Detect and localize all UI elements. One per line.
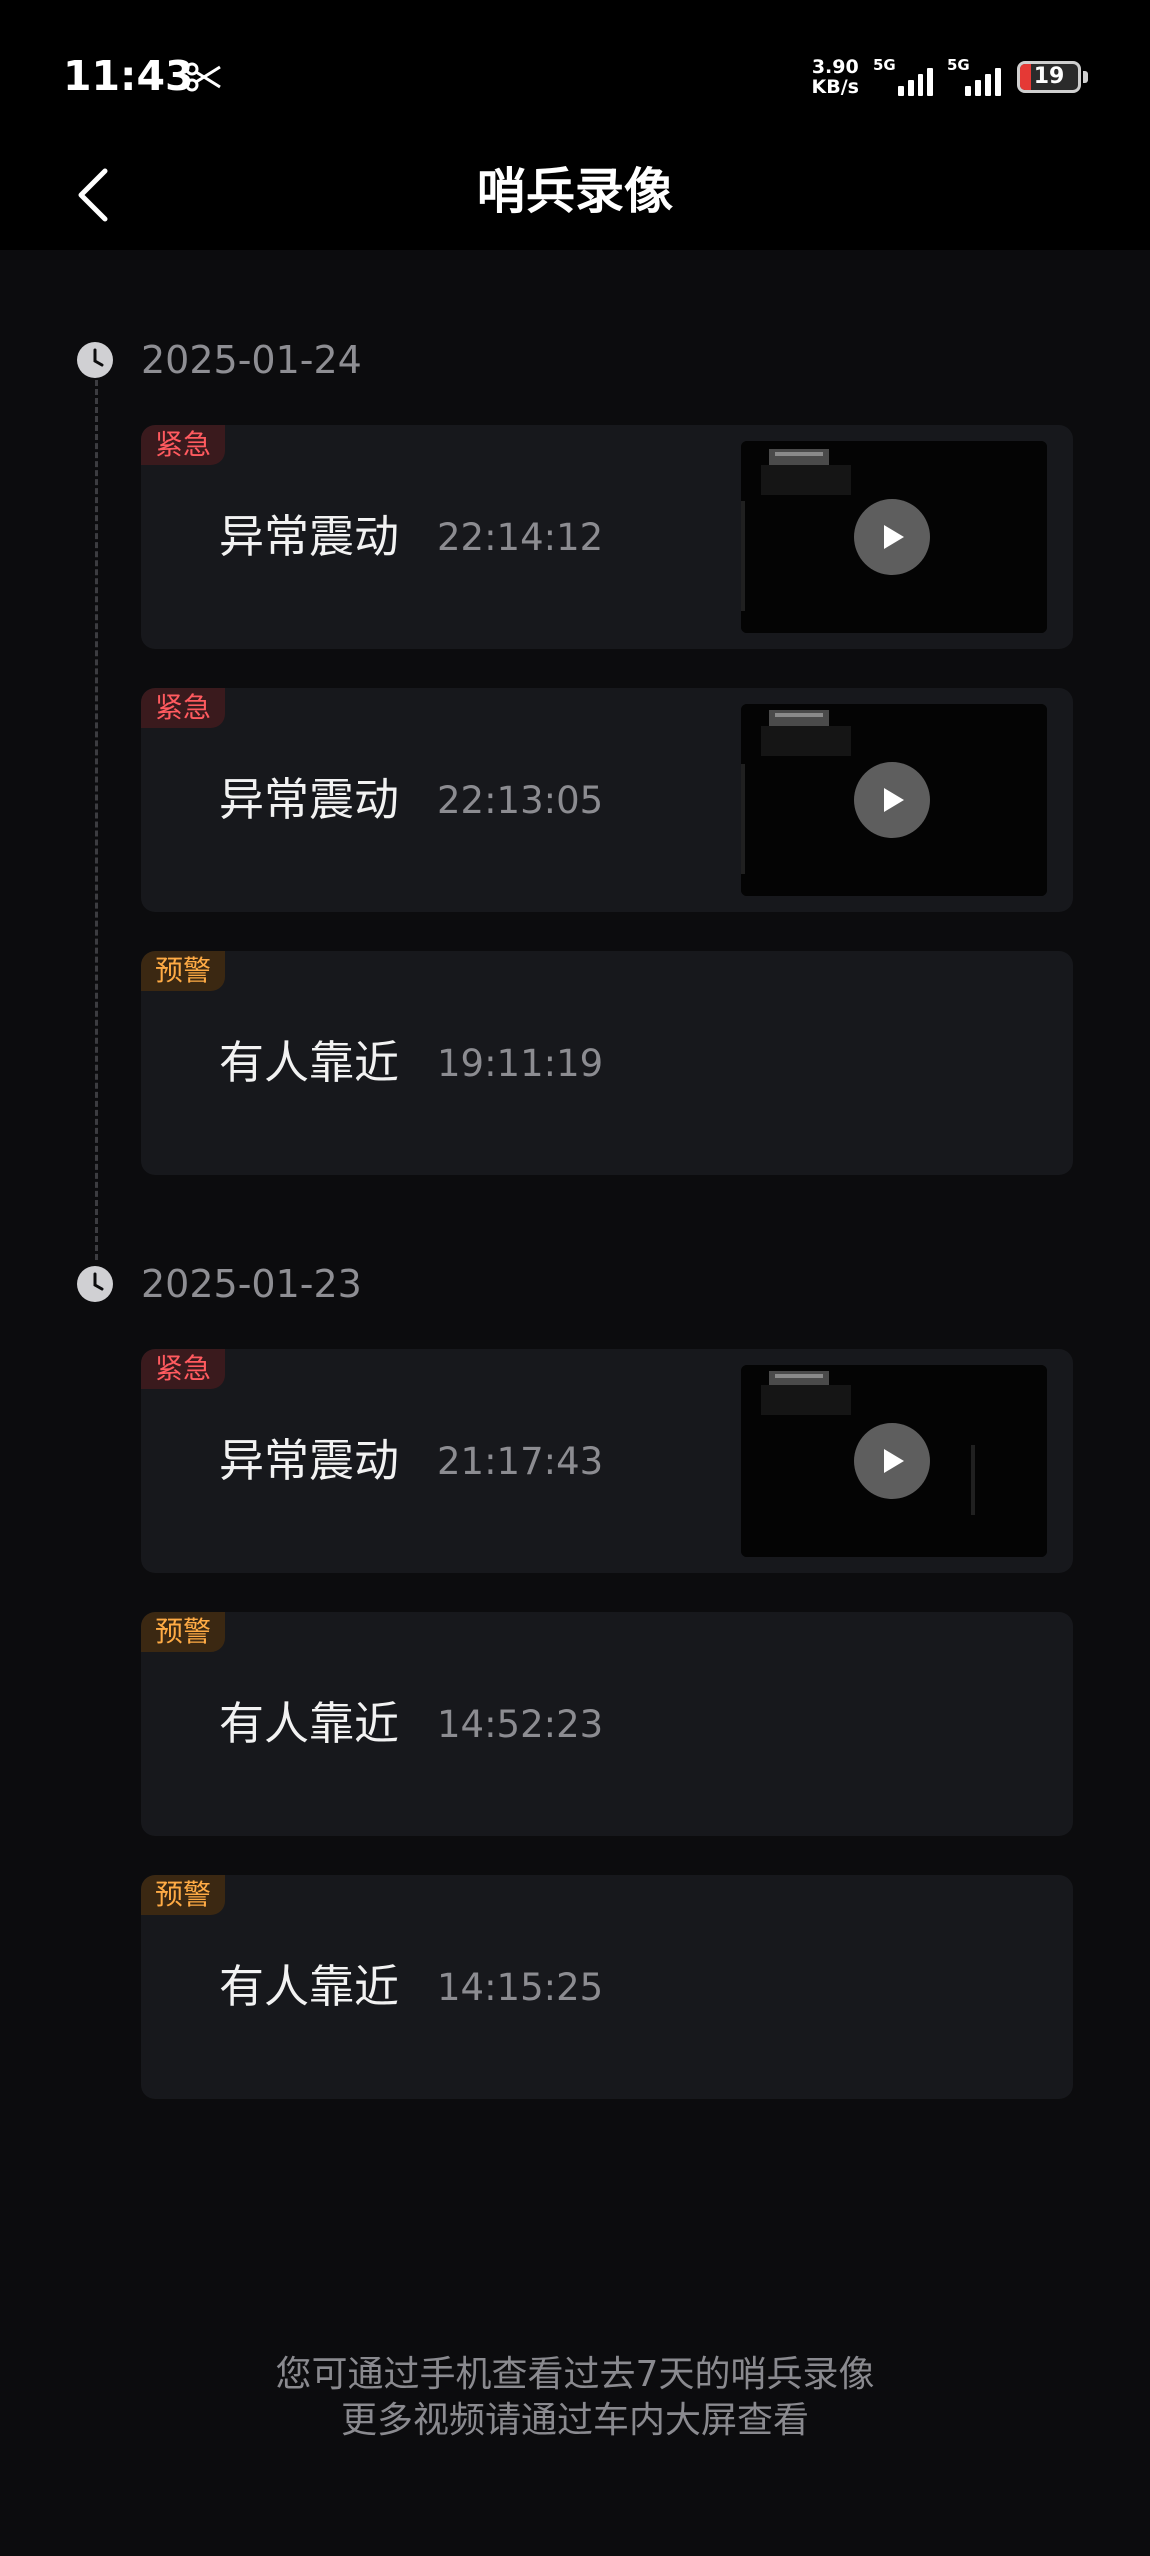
event-card[interactable]: 紧急 异常震动 22:14:12: [141, 425, 1073, 649]
urgent-badge: 紧急: [141, 1349, 226, 1389]
event-time: 19:11:19: [437, 1042, 604, 1085]
event-name: 有人靠近: [219, 1036, 400, 1089]
date-label: 2025-01-23: [141, 1262, 362, 1306]
status-bar: 11:43 3.90 KB/s 5G 5G 19: [0, 0, 1150, 150]
event-card[interactable]: 预警 有人靠近 14:15:25: [141, 1875, 1073, 2099]
event-name: 有人靠近: [219, 1697, 400, 1750]
event-card[interactable]: 紧急 异常震动 21:17:43: [141, 1349, 1073, 1573]
play-button[interactable]: [854, 499, 930, 575]
date-label: 2025-01-24: [141, 338, 362, 382]
urgent-badge: 紧急: [141, 425, 226, 465]
event-time: 22:14:12: [437, 516, 604, 559]
video-thumbnail[interactable]: [741, 441, 1047, 633]
clock-icon: [77, 342, 113, 378]
event-name: 异常震动: [219, 510, 400, 563]
event-card[interactable]: 预警 有人靠近 19:11:19: [141, 951, 1073, 1175]
footer-line: 您可通过手机查看过去7天的哨兵录像: [275, 2354, 875, 2395]
timeline-line: [95, 380, 98, 1260]
event-card[interactable]: 预警 有人靠近 14:52:23: [141, 1612, 1073, 1836]
signal-icon: 5G: [873, 56, 933, 96]
warning-badge: 预警: [141, 1612, 226, 1652]
clock-icon: [77, 1266, 113, 1302]
play-icon: [884, 1449, 904, 1473]
event-card[interactable]: 紧急 异常震动 22:13:05: [141, 688, 1073, 912]
event-time: 22:13:05: [437, 779, 604, 822]
play-button[interactable]: [854, 1423, 930, 1499]
video-thumbnail[interactable]: [741, 1365, 1047, 1557]
status-icons: 3.90 KB/s 5G 5G 19: [812, 52, 1088, 102]
event-name: 异常震动: [219, 1434, 400, 1487]
play-icon: [884, 788, 904, 812]
network-speed: 3.90 KB/s: [811, 56, 859, 98]
battery-icon: 19: [1017, 61, 1081, 93]
scissors-icon: [185, 62, 221, 92]
warning-badge: 预警: [141, 1875, 226, 1915]
video-thumbnail[interactable]: [741, 704, 1047, 896]
page-title: 哨兵录像: [476, 163, 673, 220]
play-icon: [884, 525, 904, 549]
event-time: 21:17:43: [437, 1440, 604, 1483]
signal-icon: 5G: [947, 56, 1003, 96]
play-button[interactable]: [854, 762, 930, 838]
footer-line: 更多视频请通过车内大屏查看: [340, 2400, 809, 2441]
warning-badge: 预警: [141, 951, 226, 991]
event-name: 异常震动: [219, 773, 400, 826]
battery-cap: [1083, 71, 1088, 83]
status-time: 11:43: [63, 52, 194, 100]
event-time: 14:52:23: [437, 1703, 604, 1746]
footer-note: 您可通过手机查看过去7天的哨兵录像 更多视频请通过车内大屏查看: [0, 2352, 1150, 2444]
urgent-badge: 紧急: [141, 688, 226, 728]
event-name: 有人靠近: [219, 1960, 400, 2013]
event-time: 14:15:25: [437, 1966, 604, 2009]
